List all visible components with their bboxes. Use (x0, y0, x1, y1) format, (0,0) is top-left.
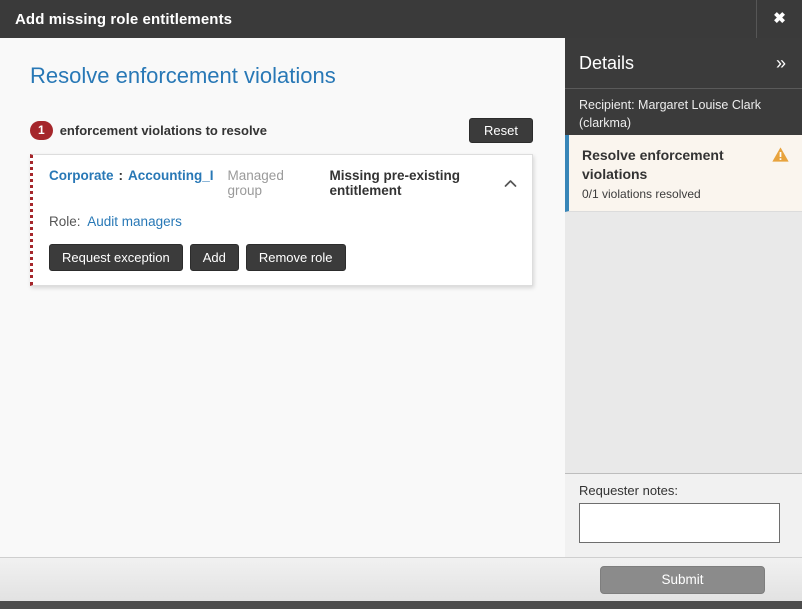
details-title: Details (579, 53, 634, 74)
details-sidebar: Details » Recipient: Margaret Louise Cla… (565, 38, 802, 557)
reset-button[interactable]: Reset (469, 118, 533, 143)
request-exception-button[interactable]: Request exception (49, 244, 183, 271)
add-button[interactable]: Add (190, 244, 239, 271)
remove-role-button[interactable]: Remove role (246, 244, 346, 271)
application-link[interactable]: Corporate (49, 168, 114, 183)
page-title: Resolve enforcement violations (30, 63, 533, 89)
sidebar-empty-area (565, 212, 802, 473)
collapse-sidebar-icon[interactable]: » (776, 54, 786, 72)
role-label: Role: (49, 214, 81, 229)
violations-count-badge: 1 (30, 121, 53, 140)
main-panel: Resolve enforcement violations 1 enforce… (0, 38, 565, 557)
entitlement-link[interactable]: Accounting_I (128, 168, 214, 183)
dialog-title: Add missing role entitlements (15, 11, 232, 28)
task-progress: 0/1 violations resolved (582, 187, 758, 201)
app-entitlement-separator: : (119, 168, 124, 183)
chevron-up-icon[interactable] (504, 179, 517, 188)
dialog-body: Resolve enforcement violations 1 enforce… (0, 38, 802, 557)
dialog-footer: Submit (0, 557, 802, 601)
requester-notes-section: Requester notes: (565, 473, 802, 557)
dialog-titlebar: Add missing role entitlements ✖ (0, 0, 802, 38)
violation-card: Corporate : Accounting_I Managed group M… (30, 154, 533, 286)
window-bottom-edge (0, 601, 802, 609)
requester-notes-label: Requester notes: (579, 483, 780, 498)
group-type-label: Managed group (228, 168, 308, 198)
task-item-resolve-violations[interactable]: Resolve enforcement violations 0/1 viola… (565, 135, 802, 212)
recipient-info: Recipient: Margaret Louise Clark (clarkm… (565, 89, 802, 135)
violation-actions-row: Request exception Add Remove role (49, 244, 517, 271)
role-link[interactable]: Audit managers (87, 214, 182, 229)
violations-label: enforcement violations to resolve (60, 123, 267, 138)
submit-button[interactable]: Submit (600, 566, 765, 594)
add-missing-role-entitlements-dialog: Add missing role entitlements ✖ Resolve … (0, 0, 802, 609)
violations-summary-row: 1 enforcement violations to resolve Rese… (30, 118, 533, 143)
task-title: Resolve enforcement violations (582, 146, 758, 184)
details-header: Details » (565, 38, 802, 89)
warning-icon (772, 147, 789, 162)
close-icon[interactable]: ✖ (757, 0, 802, 38)
violation-type-label: Missing pre-existing entitlement (330, 168, 504, 198)
violation-card-header: Corporate : Accounting_I Managed group M… (49, 168, 517, 198)
role-row: Role: Audit managers (49, 214, 517, 229)
requester-notes-input[interactable] (579, 503, 780, 543)
